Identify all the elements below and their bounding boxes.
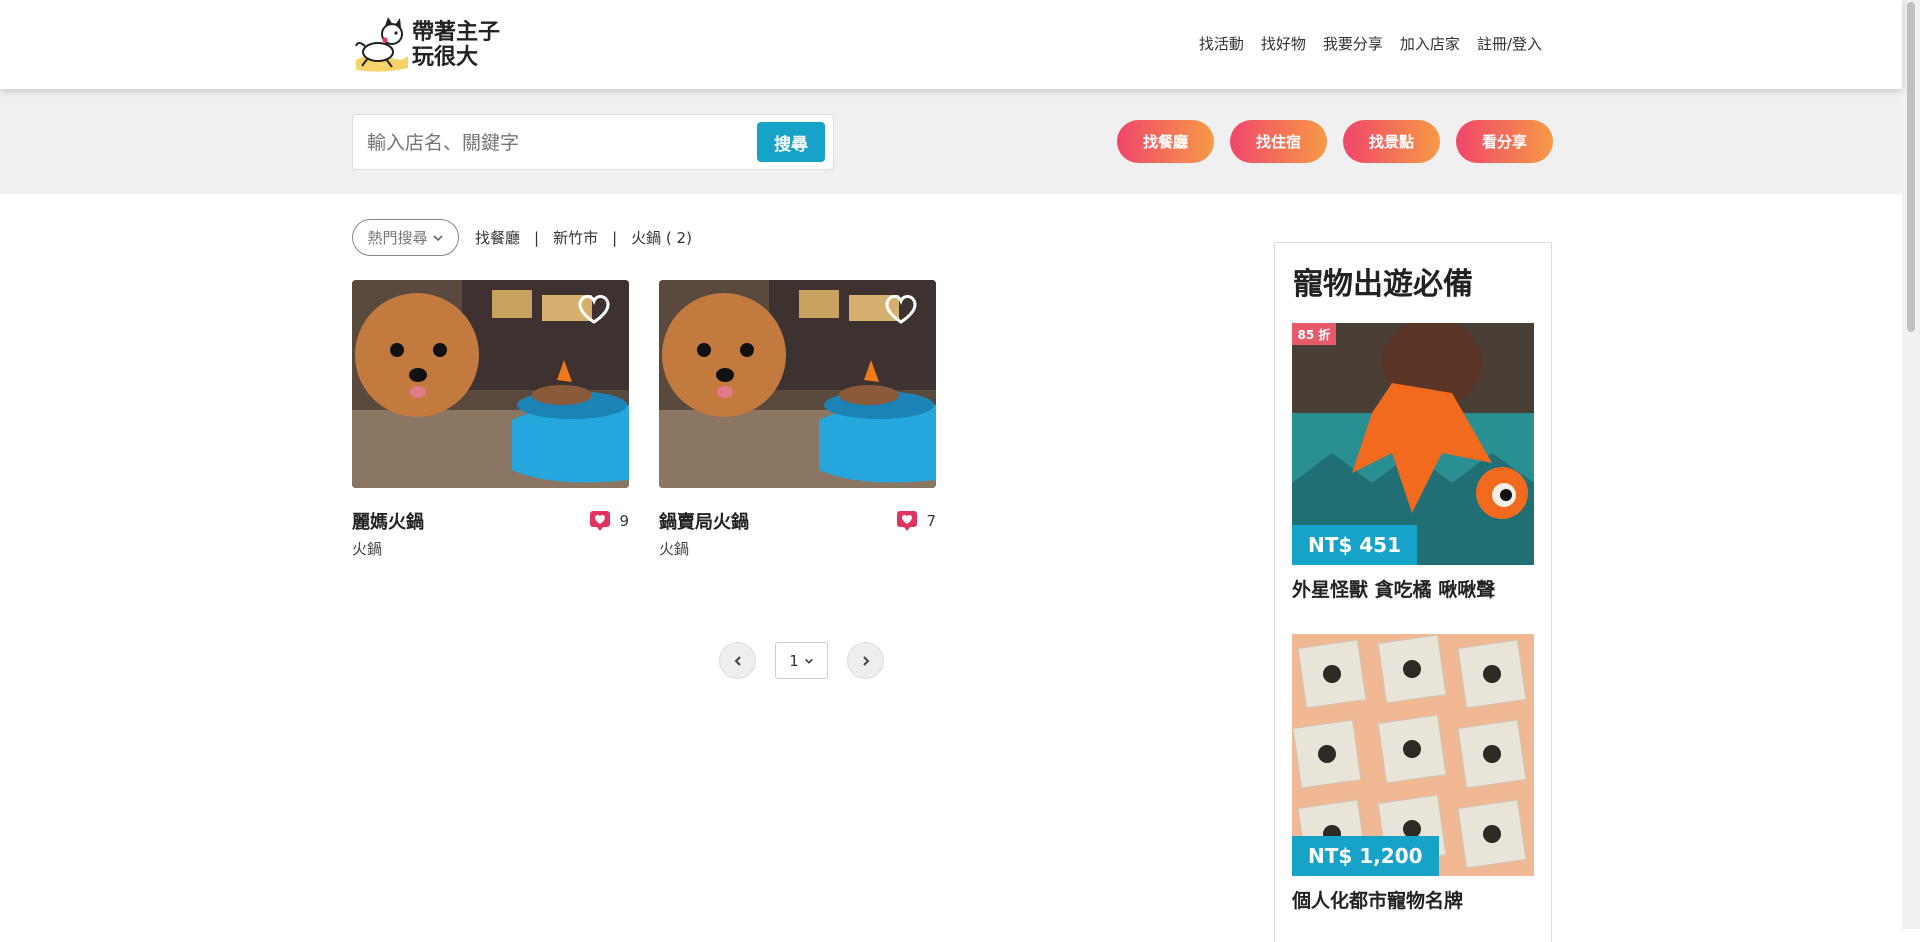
breadcrumb-separator: | [534,228,540,247]
restaurant-name[interactable]: 麗媽火鍋 [352,508,424,534]
product-card[interactable]: 85 折 NT$ 451 外星怪獸 貪吃橘 啾啾聲 [1292,323,1534,602]
search-band [0,89,1902,194]
sidebar-title: 寵物出遊必備 [1293,267,1473,302]
find-restaurant-button[interactable]: 找餐廳 [1117,120,1214,163]
chevron-left-icon [734,655,741,666]
quick-links: 找餐廳 找住宿 找景點 看分享 [1117,120,1553,163]
breadcrumb: 熱門搜尋 找餐廳 | 新竹市 | 火鍋 ( 2) [352,219,692,256]
nav-share[interactable]: 我要分享 [1323,33,1383,54]
like-count-value: 9 [619,512,629,530]
site-logo[interactable]: 帶著主子玩很大 [352,16,504,74]
prev-page-button[interactable] [719,642,756,679]
product-name[interactable]: 個人化都市寵物名牌 [1292,886,1534,913]
find-attractions-button[interactable]: 找景點 [1343,120,1440,163]
chevron-down-icon [804,658,813,664]
pagination: 1 [719,642,884,679]
search-input[interactable] [367,128,747,158]
restaurant-card[interactable]: 麗媽火鍋 9 火鍋 [352,280,629,559]
favorite-heart-icon[interactable] [577,294,611,324]
view-shares-button[interactable]: 看分享 [1456,120,1553,163]
like-count: 7 [896,510,936,532]
breadcrumb-category[interactable]: 找餐廳 [475,227,520,248]
product-card[interactable]: NT$ 1,200 個人化都市寵物名牌 [1292,634,1534,913]
restaurant-name[interactable]: 鍋賣局火鍋 [659,508,749,534]
site-header: 帶著主子玩很大 找活動 找好物 我要分享 加入店家 註冊/登入 [0,0,1902,89]
product-image[interactable]: NT$ 1,200 [1292,634,1534,876]
chevron-down-icon [432,234,443,241]
main-nav: 找活動 找好物 我要分享 加入店家 註冊/登入 [1199,33,1542,54]
nav-register-login[interactable]: 註冊/登入 [1477,33,1542,54]
current-page: 1 [789,651,799,670]
restaurant-category: 火鍋 [659,540,690,558]
scrollbar-thumb[interactable] [1907,2,1915,332]
logo-text: 帶著主子玩很大 [412,20,501,70]
product-price: NT$ 1,200 [1292,836,1439,876]
restaurant-category: 火鍋 [352,540,383,558]
page-scrollbar[interactable] [1902,0,1920,929]
find-lodging-button[interactable]: 找住宿 [1230,120,1327,163]
product-name[interactable]: 外星怪獸 貪吃橘 啾啾聲 [1292,575,1534,602]
breadcrumb-tag[interactable]: 火鍋 ( 2) [631,227,692,248]
search-button[interactable]: 搜尋 [757,122,825,162]
dog-logo-icon [355,17,408,72]
page-select[interactable]: 1 [775,642,828,679]
hot-search-label: 熱門搜尋 [367,229,428,247]
like-count-value: 7 [926,512,936,530]
like-heart-icon [590,511,611,531]
sidebar-products: 寵物出遊必備 85 折 NT$ 451 外星怪獸 貪吃橘 啾啾聲 NT$ 1,2… [1274,242,1552,942]
chevron-right-icon [862,655,869,666]
hot-search-dropdown[interactable]: 熱門搜尋 [352,219,459,256]
like-count: 9 [589,510,629,532]
discount-badge: 85 折 [1292,323,1336,345]
favorite-heart-icon[interactable] [884,294,918,324]
restaurant-photo[interactable] [659,280,936,488]
product-image[interactable]: 85 折 NT$ 451 [1292,323,1534,565]
nav-find-events[interactable]: 找活動 [1199,33,1244,54]
nav-join-store[interactable]: 加入店家 [1400,33,1460,54]
restaurant-photo[interactable] [352,280,629,488]
nav-find-goods[interactable]: 找好物 [1261,33,1306,54]
search-box: 搜尋 [352,114,834,170]
restaurant-card[interactable]: 鍋賣局火鍋 7 火鍋 [659,280,936,559]
like-heart-icon [897,511,918,531]
breadcrumb-city[interactable]: 新竹市 [553,227,598,248]
product-price: NT$ 451 [1292,525,1418,565]
next-page-button[interactable] [847,642,884,679]
breadcrumb-separator: | [612,228,618,247]
